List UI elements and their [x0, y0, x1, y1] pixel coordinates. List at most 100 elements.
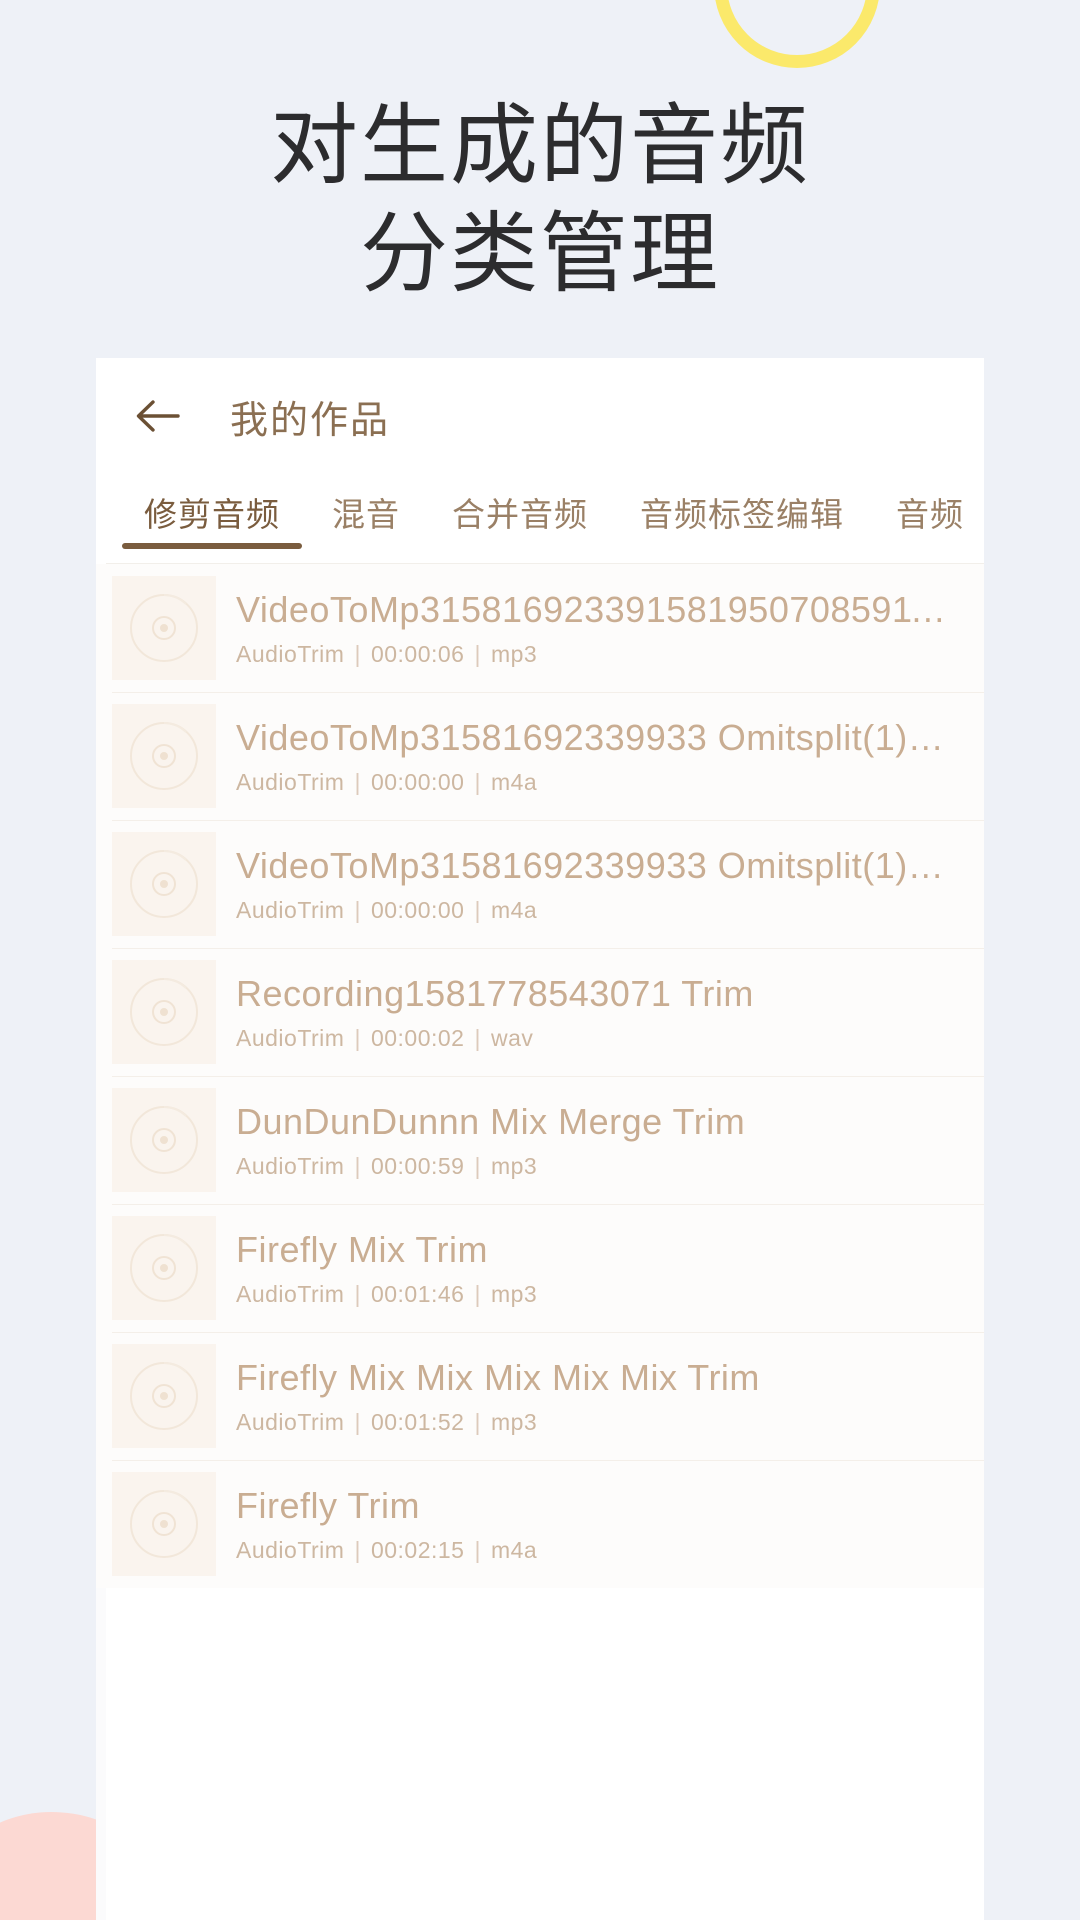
audio-disc-icon: [112, 832, 216, 936]
list-item-format: m4a: [490, 897, 538, 923]
list-item-text: VideoToMp31581692339158195070859115… Aud…: [236, 588, 960, 668]
audio-disc-icon: [112, 1216, 216, 1320]
list-item-title: VideoToMp31581692339933 Omitsplit(1)…: [236, 845, 945, 886]
list-item[interactable]: Firefly Mix Mix Mix Mix Mix Trim AudioTr…: [96, 1332, 984, 1460]
meta-separator: |: [354, 897, 361, 923]
promo-page: 对生成的音频 分类管理 我的作品 修剪音频 混音 合并音频 音频标签编辑 音频 …: [0, 0, 1080, 1920]
page-title-line-2: 分类管理: [359, 204, 720, 303]
list-item-text: Recording1581778543071 Trim AudioTrim | 00…: [236, 972, 960, 1052]
list-item[interactable]: Recording1581778543071 Trim AudioTrim | 00…: [96, 948, 984, 1076]
list-item[interactable]: Firefly Trim AudioTrim | 00:02:15 | m4a: [96, 1460, 984, 1588]
list-item-format: mp3: [490, 641, 538, 667]
tab-label: 音频标签编辑: [640, 496, 844, 533]
list-item-format: m4a: [490, 1537, 538, 1563]
list-item-title: Recording1581778543071 Trim: [236, 973, 754, 1014]
list-item[interactable]: Firefly Mix Trim AudioTrim | 00:01:46 | mp3: [96, 1204, 984, 1332]
list-item-source: AudioTrim: [236, 897, 345, 923]
appbar-title: 我的作品: [230, 399, 391, 442]
list-item-source: AudioTrim: [236, 1409, 345, 1435]
meta-separator: |: [354, 1153, 361, 1179]
audio-disc-icon: [112, 960, 216, 1064]
tab-trim-audio[interactable]: 修剪音频: [118, 474, 306, 549]
meta-separator: |: [474, 1281, 481, 1307]
audio-disc-icon: [112, 1472, 216, 1576]
meta-separator: |: [354, 769, 361, 795]
tab-audio-tag-edit[interactable]: 音频标签编辑: [614, 474, 870, 536]
tab-label: 音频: [896, 496, 964, 533]
list-item-meta: AudioTrim | 00:00:00 | m4a: [236, 768, 960, 796]
list-item-text: VideoToMp31581692339933 Omitsplit(1)… Au…: [236, 716, 960, 796]
meta-separator: |: [474, 1409, 481, 1435]
list-item-format: mp3: [490, 1281, 538, 1307]
meta-separator: |: [354, 1025, 361, 1051]
list-item[interactable]: VideoToMp31581692339933 Omitsplit(1)… Au…: [96, 692, 984, 820]
audio-file-list: VideoToMp31581692339158195070859115… Aud…: [96, 564, 984, 1588]
list-item-meta: AudioTrim | 00:01:52 | mp3: [236, 1408, 960, 1436]
list-item-source: AudioTrim: [236, 641, 345, 667]
list-item-text: DunDunDunnn Mix Merge Trim AudioTrim | 00:…: [236, 1100, 960, 1180]
tab-label: 修剪音频: [144, 496, 280, 533]
list-item-text: Firefly Trim AudioTrim | 00:02:15 | m4a: [236, 1484, 960, 1564]
back-arrow-icon[interactable]: [130, 389, 184, 443]
meta-separator: |: [474, 641, 481, 667]
list-item-title: VideoToMp31581692339158195070859115…: [236, 589, 960, 630]
list-item-meta: AudioTrim | 00:02:15 | m4a: [236, 1536, 960, 1564]
list-item-source: AudioTrim: [236, 1537, 345, 1563]
list-item-title: VideoToMp31581692339933 Omitsplit(1)…: [236, 717, 945, 758]
list-item[interactable]: VideoToMp31581692339158195070859115… Aud…: [96, 564, 984, 692]
list-item-text: Firefly Mix Mix Mix Mix Mix Trim AudioTr…: [236, 1356, 960, 1436]
audio-disc-icon: [112, 576, 216, 680]
list-item-duration: 00:00:00: [370, 897, 465, 923]
list-item-format: wav: [490, 1025, 534, 1051]
list-item-duration: 00:00:02: [370, 1025, 465, 1051]
list-item-format: m4a: [490, 769, 538, 795]
list-item-meta: AudioTrim | 00:00:59 | mp3: [236, 1152, 960, 1180]
list-item-format: mp3: [490, 1153, 538, 1179]
audio-disc-icon: [112, 704, 216, 808]
meta-separator: |: [474, 1153, 481, 1179]
meta-separator: |: [354, 641, 361, 667]
meta-separator: |: [474, 1025, 481, 1051]
list-item-meta: AudioTrim | 00:00:02 | wav: [236, 1024, 960, 1052]
meta-separator: |: [354, 1281, 361, 1307]
list-item-duration: 00:00:06: [370, 641, 465, 667]
audio-disc-icon: [112, 1088, 216, 1192]
list-item-format: mp3: [490, 1409, 538, 1435]
list-item-meta: AudioTrim | 00:00:06 | mp3: [236, 640, 960, 668]
list-item-source: AudioTrim: [236, 1281, 345, 1307]
list-item-title: Firefly Mix Mix Mix Mix Mix Trim: [236, 1357, 760, 1398]
list-item-source: AudioTrim: [236, 769, 345, 795]
list-item-duration: 00:01:46: [370, 1281, 465, 1307]
tab-merge-audio[interactable]: 合并音频: [426, 474, 614, 536]
meta-separator: |: [354, 1537, 361, 1563]
list-item-source: AudioTrim: [236, 1025, 345, 1051]
list-item-title: Firefly Trim: [236, 1485, 420, 1526]
list-item-duration: 00:00:00: [370, 769, 465, 795]
meta-separator: |: [354, 1409, 361, 1435]
meta-separator: |: [474, 769, 481, 795]
meta-separator: |: [474, 1537, 481, 1563]
page-title-line-1: 对生成的音频: [269, 96, 810, 195]
tab-audio-more[interactable]: 音频: [870, 474, 984, 536]
list-item-title: Firefly Mix Trim: [236, 1229, 488, 1270]
audio-disc-icon: [112, 1344, 216, 1448]
list-item[interactable]: VideoToMp31581692339933 Omitsplit(1)… Au…: [96, 820, 984, 948]
tab-label: 合并音频: [452, 496, 588, 533]
meta-separator: |: [474, 897, 481, 923]
phone-screenshot-card: 我的作品 修剪音频 混音 合并音频 音频标签编辑 音频 VideoToMp315…: [96, 358, 984, 1920]
list-item-text: Firefly Mix Trim AudioTrim | 00:01:46 | mp3: [236, 1228, 960, 1308]
list-item-meta: AudioTrim | 00:00:00 | m4a: [236, 896, 960, 924]
tab-label: 混音: [332, 496, 400, 533]
list-item-text: VideoToMp31581692339933 Omitsplit(1)… Au…: [236, 844, 960, 924]
list-item-meta: AudioTrim | 00:01:46 | mp3: [236, 1280, 960, 1308]
page-title: 对生成的音频 分类管理: [0, 92, 1080, 308]
appbar: 我的作品: [96, 358, 984, 474]
tab-mix-audio[interactable]: 混音: [306, 474, 426, 536]
list-item-duration: 00:01:52: [370, 1409, 465, 1435]
list-item[interactable]: DunDunDunnn Mix Merge Trim AudioTrim | 00:…: [96, 1076, 984, 1204]
tab-active-indicator: [122, 543, 302, 549]
list-item-source: AudioTrim: [236, 1153, 345, 1179]
tab-bar[interactable]: 修剪音频 混音 合并音频 音频标签编辑 音频: [96, 474, 984, 564]
yellow-ring-decoration: [714, 0, 880, 68]
list-item-title: DunDunDunnn Mix Merge Trim: [236, 1101, 746, 1142]
